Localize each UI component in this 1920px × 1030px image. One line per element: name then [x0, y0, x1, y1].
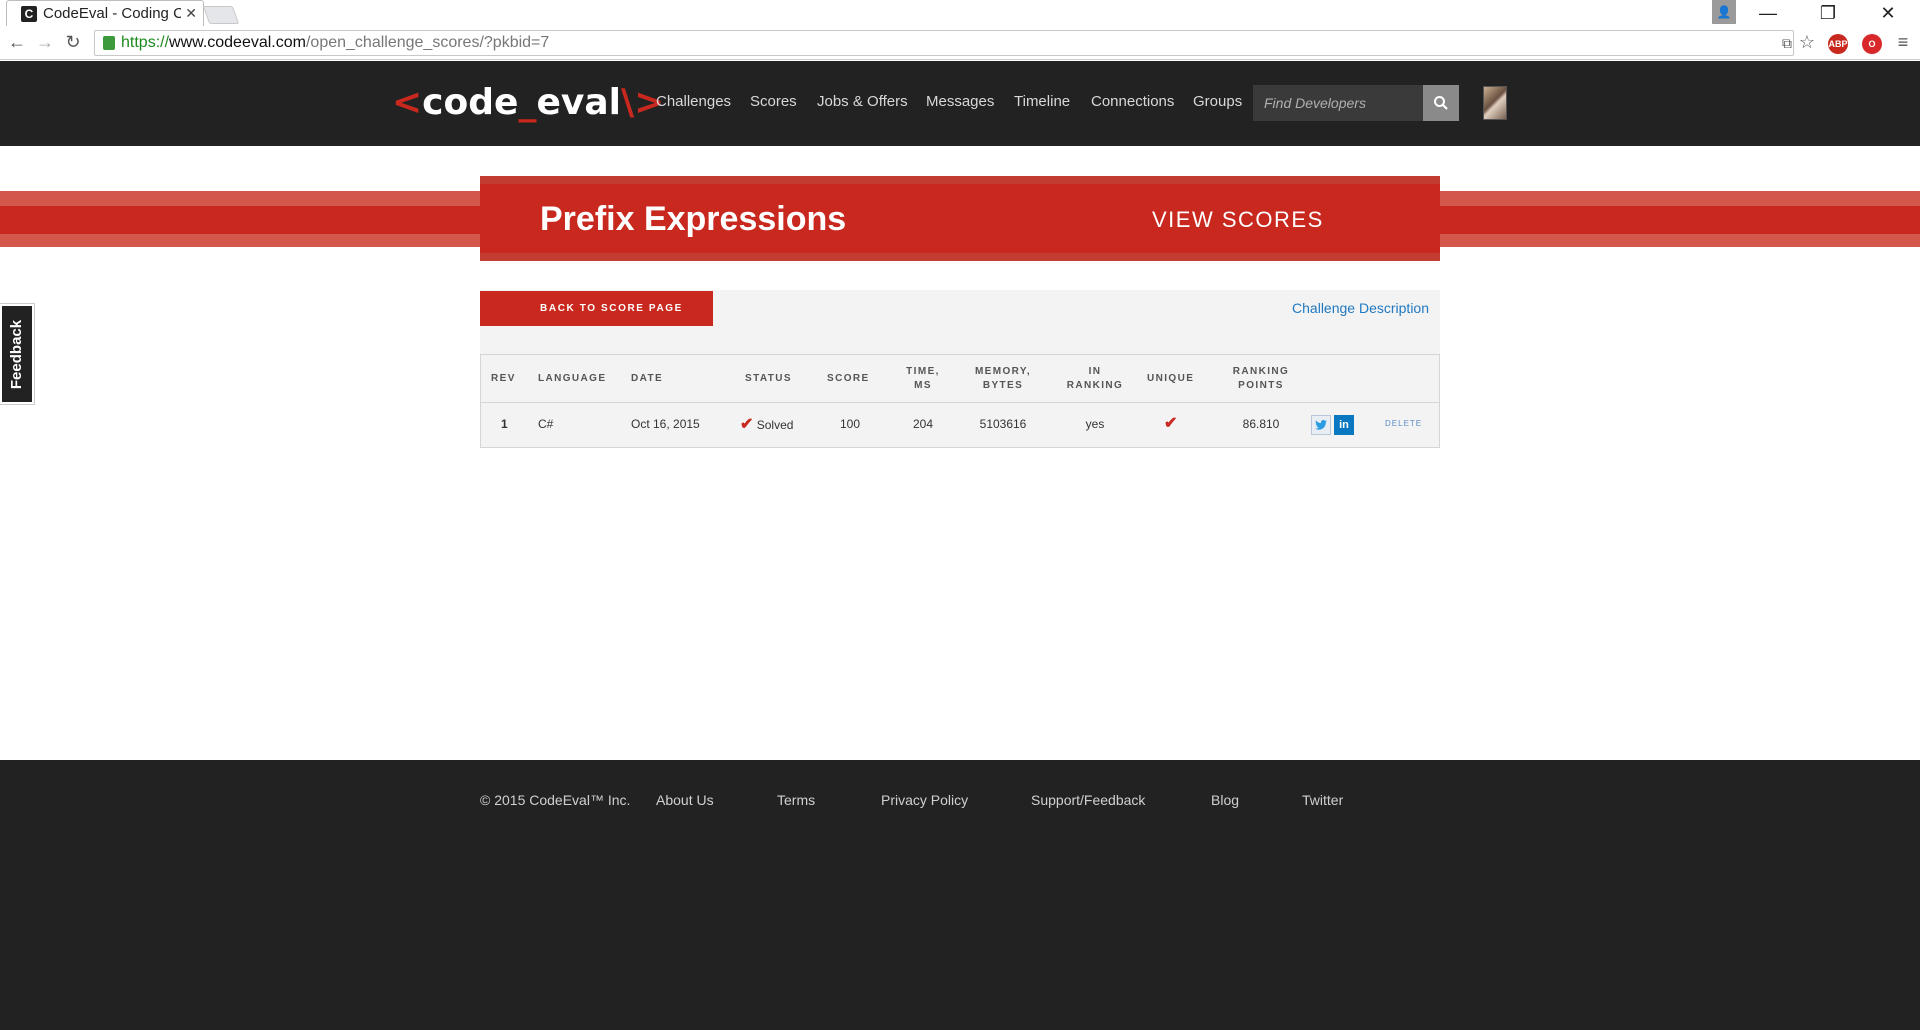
col-status: STATUS — [745, 373, 792, 384]
linkedin-share-icon[interactable]: in — [1334, 415, 1354, 435]
opera-icon[interactable]: O — [1862, 34, 1882, 54]
col-time-line1: TIME, — [906, 366, 940, 377]
site-footer: © 2015 CodeEval™ Inc. About Us Terms Pri… — [0, 760, 1920, 1030]
logo-word-eval: eval — [536, 81, 621, 123]
avatar[interactable] — [1483, 86, 1507, 120]
menu-icon[interactable]: ≡ — [1892, 31, 1914, 53]
challenge-banner: Prefix Expressions VIEW SCORES — [480, 176, 1440, 261]
challenge-title: Prefix Expressions — [540, 200, 847, 238]
site-header: < code _ eval \> Challenges Scores Jobs & Of… — [0, 61, 1920, 146]
footer-twitter[interactable]: Twitter — [1302, 792, 1343, 808]
search-button[interactable] — [1423, 85, 1459, 121]
nav-connections[interactable]: Connections — [1091, 93, 1174, 110]
logo-underscore: _ — [518, 81, 537, 123]
cast-icon[interactable]: ⧉ — [1776, 32, 1798, 54]
footer-privacy-policy[interactable]: Privacy Policy — [881, 792, 968, 808]
footer-copyright: © 2015 CodeEval™ Inc. — [480, 792, 631, 808]
browser-tab-strip: C CodeEval - Coding C ✕ 👤 — ❐ ✕ — [0, 0, 1920, 26]
col-ranking-points-line2: POINTS — [1238, 380, 1284, 391]
check-icon: ✔ — [740, 416, 754, 433]
cell-memory: 5103616 — [979, 417, 1027, 431]
col-memory-line2: BYTES — [982, 380, 1024, 391]
view-scores-link[interactable]: VIEW SCORES — [1152, 207, 1324, 233]
feedback-tab[interactable]: Feedback — [0, 304, 34, 404]
twitter-bird-icon — [1315, 420, 1327, 430]
col-ranking-points-line1: RANKING — [1232, 366, 1290, 377]
col-language: LANGUAGE — [538, 373, 607, 384]
restore-icon[interactable]: ❐ — [1800, 0, 1856, 26]
status-text: Solved — [756, 418, 794, 432]
logo-open-bracket: < — [392, 81, 423, 123]
find-developers-input[interactable] — [1253, 85, 1423, 121]
cell-score: 100 — [840, 417, 861, 431]
cell-date: Oct 16, 2015 — [631, 417, 700, 431]
codeeval-logo[interactable]: < code _ eval \> — [392, 77, 664, 127]
delete-link[interactable]: DELETE — [1385, 419, 1422, 428]
twitter-share-icon[interactable] — [1311, 415, 1331, 435]
adblock-plus-icon[interactable]: ABP — [1828, 34, 1848, 54]
new-tab-button[interactable] — [202, 6, 240, 24]
col-unique: UNIQUE — [1147, 373, 1195, 384]
nav-groups[interactable]: Groups — [1193, 93, 1242, 110]
cell-rev: 1 — [501, 417, 508, 431]
bookmark-star-icon[interactable]: ☆ — [1796, 31, 1818, 53]
cell-status: ✔ Solved — [740, 414, 793, 434]
footer-terms[interactable]: Terms — [777, 792, 815, 808]
col-memory: MEMORY, BYTES — [963, 365, 1043, 393]
logo-word-code: code — [422, 81, 519, 123]
browser-tab[interactable]: C CodeEval - Coding C ✕ — [6, 0, 204, 26]
col-score: SCORE — [827, 373, 870, 384]
feedback-label: Feedback — [8, 319, 26, 389]
col-in-ranking: IN RANKING — [1055, 365, 1135, 393]
search-icon — [1434, 96, 1448, 110]
col-in-ranking-line2: RANKING — [1066, 380, 1124, 391]
forward-arrow-icon[interactable]: → — [34, 31, 56, 53]
col-in-ranking-line1: IN — [1088, 366, 1102, 377]
col-date: DATE — [631, 373, 664, 384]
cell-time: 204 — [912, 417, 934, 431]
nav-jobs-offers[interactable]: Jobs & Offers — [817, 93, 908, 110]
url-scheme: https:// — [121, 34, 170, 51]
unique-check-icon: ✔ — [1164, 415, 1178, 432]
url-host: www.codeeval.com — [169, 34, 306, 51]
col-time: TIME, MS — [903, 365, 943, 393]
table-header: REV LANGUAGE DATE STATUS SCORE TIME, MS … — [481, 355, 1439, 403]
footer-blog[interactable]: Blog — [1211, 792, 1239, 808]
profile-icon[interactable]: 👤 — [1712, 0, 1736, 24]
col-time-line2: MS — [914, 380, 932, 391]
footer-support-feedback[interactable]: Support/Feedback — [1031, 792, 1145, 808]
tab-close-icon[interactable]: ✕ — [185, 5, 197, 22]
minimize-icon[interactable]: — — [1740, 0, 1796, 26]
challenge-description-link[interactable]: Challenge Description — [1292, 300, 1429, 316]
codeeval-favicon-icon: C — [21, 5, 37, 22]
col-rev: REV — [491, 373, 516, 384]
reload-icon[interactable]: ↻ — [62, 31, 84, 53]
address-bar[interactable]: https:// www.codeeval.com /open_challeng… — [94, 30, 1794, 56]
nav-messages[interactable]: Messages — [926, 93, 994, 110]
nav-challenges[interactable]: Challenges — [656, 93, 731, 110]
col-ranking-points: RANKING POINTS — [1221, 365, 1301, 393]
col-memory-line1: MEMORY, — [974, 366, 1032, 377]
back-to-score-page-button[interactable]: BACK TO SCORE PAGE — [480, 291, 713, 326]
cell-in-ranking: yes — [1085, 417, 1105, 431]
nav-timeline[interactable]: Timeline — [1014, 93, 1070, 110]
tab-title: CodeEval - Coding C — [43, 5, 182, 22]
nav-scores[interactable]: Scores — [750, 93, 797, 110]
score-panel: BACK TO SCORE PAGE Challenge Description… — [480, 290, 1440, 448]
submissions-table: REV LANGUAGE DATE STATUS SCORE TIME, MS … — [480, 354, 1440, 448]
back-arrow-icon[interactable]: ← — [6, 31, 28, 53]
close-window-icon[interactable]: ✕ — [1860, 0, 1916, 26]
cell-language: C# — [538, 417, 554, 431]
browser-toolbar: ← → ↻ https:// www.codeeval.com /open_ch… — [0, 26, 1920, 60]
lock-icon — [103, 36, 115, 50]
footer-about-us[interactable]: About Us — [656, 792, 714, 808]
cell-ranking-points: 86.810 — [1242, 417, 1280, 431]
url-path: /open_challenge_scores/?pkbid=7 — [305, 34, 550, 51]
